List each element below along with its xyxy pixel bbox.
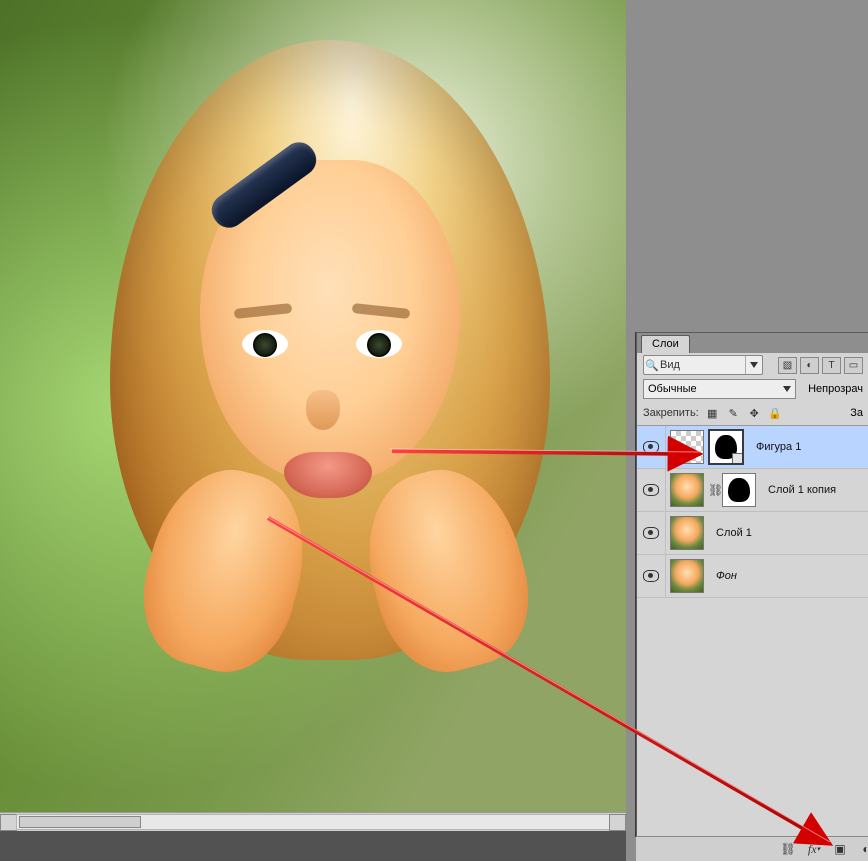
panel-tabbar: Слои — [637, 333, 868, 353]
filter-kind-icons: ▧ ◐ T ▭ — [778, 357, 863, 374]
eye-icon — [643, 441, 659, 453]
layer-name[interactable]: Слой 1 копия — [760, 484, 836, 496]
search-icon: 🔍 — [644, 359, 660, 372]
layer-row[interactable]: Фон — [637, 555, 868, 598]
layer-row[interactable]: Фигура 1 — [637, 426, 868, 469]
layer-mask-thumbnail[interactable] — [722, 473, 756, 507]
horizontal-scrollbar[interactable] — [0, 812, 626, 831]
filter-kind-select[interactable]: 🔍 Вид — [643, 355, 763, 375]
blend-mode-value: Обычные — [648, 383, 697, 395]
scroll-right-button[interactable] — [609, 814, 626, 831]
fill-label: За — [850, 407, 863, 419]
visibility-toggle[interactable] — [637, 512, 666, 554]
image-icon[interactable]: ▧ — [778, 357, 797, 374]
layer-thumbnail[interactable] — [670, 559, 704, 593]
blend-mode-select[interactable]: Обычные — [643, 379, 796, 399]
adjustment-icon[interactable]: ◐ — [858, 841, 868, 857]
layers-bottom-bar: ⛓ fx▾ ▣ ◐ — [636, 836, 868, 861]
vector-mask-thumbnail[interactable] — [708, 429, 744, 465]
layer-name[interactable]: Фон — [708, 570, 737, 582]
layer-name[interactable]: Слой 1 — [708, 527, 752, 539]
mask-icon[interactable]: ▣ — [832, 841, 848, 857]
shape-icon[interactable]: ▭ — [844, 357, 863, 374]
visibility-toggle[interactable] — [637, 555, 666, 597]
lock-position-icon[interactable]: ✥ — [747, 406, 762, 421]
lock-all-icon[interactable]: 🔒 — [768, 406, 783, 421]
lock-brush-icon[interactable]: ✎ — [726, 406, 741, 421]
vector-badge-icon — [732, 453, 744, 465]
blend-opacity-row: Обычные Непрозрач — [637, 377, 868, 401]
layer-thumbnail[interactable] — [670, 516, 704, 550]
layer-thumbnail[interactable] — [670, 473, 704, 507]
app-gutter — [626, 0, 636, 861]
layer-row[interactable]: Слой 1 — [637, 512, 868, 555]
layers-panel: Слои 🔍 Вид ▧ ◐ T ▭ Обычные Непрозра — [636, 332, 868, 837]
document-canvas[interactable] — [0, 0, 636, 830]
opacity-label: Непрозрач — [808, 383, 863, 395]
layer-filter-row: 🔍 Вид ▧ ◐ T ▭ — [637, 353, 868, 377]
layer-thumbnail[interactable] — [670, 430, 704, 464]
layer-name[interactable]: Фигура 1 — [748, 441, 801, 453]
fx-icon[interactable]: fx▾ — [806, 841, 822, 857]
document-image — [0, 0, 626, 812]
chevron-down-icon — [745, 356, 762, 374]
adjustment-icon[interactable]: ◐ — [800, 357, 819, 374]
tab-layers[interactable]: Слои — [641, 335, 690, 353]
app-background — [636, 0, 868, 332]
link-icon[interactable]: ⛓ — [780, 841, 796, 857]
layers-list: Фигура 1 ⛓ Слой 1 копия Слой 1 — [637, 425, 868, 598]
visibility-toggle[interactable] — [637, 469, 666, 511]
chevron-down-icon — [783, 383, 791, 395]
link-icon[interactable]: ⛓ — [708, 483, 718, 497]
eye-icon — [643, 570, 659, 582]
eye-icon — [643, 484, 659, 496]
type-icon[interactable]: T — [822, 357, 841, 374]
scroll-thumb[interactable] — [19, 816, 141, 828]
lock-row: Закрепить: ▦ ✎ ✥ 🔒 За — [637, 401, 868, 425]
layer-row[interactable]: ⛓ Слой 1 копия — [637, 469, 868, 512]
lock-pixels-icon[interactable]: ▦ — [705, 406, 720, 421]
filter-kind-label: Вид — [660, 359, 745, 371]
lock-label: Закрепить: — [643, 407, 699, 419]
eye-icon — [643, 527, 659, 539]
visibility-toggle[interactable] — [637, 426, 666, 468]
scroll-left-button[interactable] — [0, 814, 17, 831]
